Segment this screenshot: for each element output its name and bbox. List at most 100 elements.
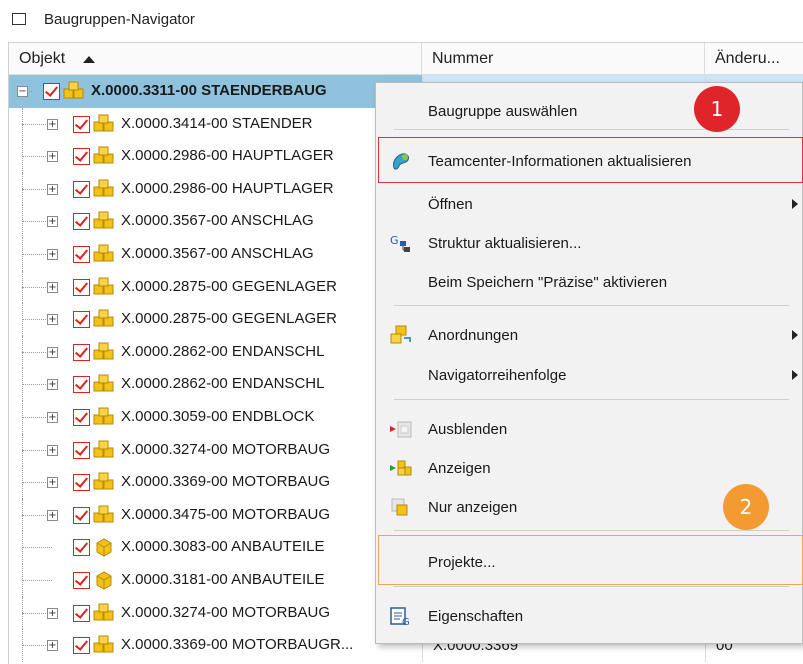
- menu-item-precise-on-save[interactable]: Beim Speichern "Präzise" aktivieren: [376, 264, 803, 300]
- row-label: X.0000.3274-00 MOTORBAUG: [121, 603, 330, 621]
- expand-icon[interactable]: +: [47, 477, 58, 489]
- checkbox-checked-icon[interactable]: [73, 311, 90, 329]
- assembly-icon: [93, 635, 115, 655]
- checkbox-checked-icon[interactable]: [73, 245, 90, 263]
- assembly-icon: [93, 472, 115, 492]
- cell-object[interactable]: + X.0000.3475-00 MOTORBAUG: [9, 498, 422, 532]
- expand-icon[interactable]: +: [47, 183, 58, 195]
- expand-icon[interactable]: +: [47, 281, 58, 293]
- cell-object[interactable]: + X.0000.3369-00 MOTORBAUGR...: [9, 629, 422, 662]
- assembly-icon: [93, 342, 115, 362]
- menu-item-label: Ausblenden: [428, 420, 508, 438]
- expand-icon[interactable]: +: [47, 248, 58, 260]
- checkbox-checked-icon[interactable]: [73, 506, 90, 524]
- menu-item-projects[interactable]: Projekte...: [376, 544, 803, 580]
- menu-item-label: Teamcenter-Informationen aktualisieren: [428, 152, 692, 170]
- expand-icon[interactable]: +: [47, 118, 58, 130]
- expand-icon[interactable]: +: [47, 216, 58, 228]
- checkbox-checked-icon[interactable]: [73, 474, 90, 492]
- submenu-arrow-icon: [792, 199, 798, 209]
- expand-icon[interactable]: +: [47, 379, 58, 391]
- expand-icon[interactable]: +: [47, 151, 58, 163]
- properties-icon: G: [388, 605, 414, 628]
- cell-object[interactable]: + X.0000.2862-00 ENDANSCHL: [9, 368, 422, 401]
- menu-item-navigator-order[interactable]: Navigatorreihenfolge: [376, 357, 803, 393]
- assembly-icon: [93, 440, 115, 460]
- expand-icon[interactable]: +: [47, 607, 58, 619]
- submenu-arrow-icon: [792, 330, 798, 340]
- menu-item-label: Anzeigen: [428, 459, 491, 477]
- column-header-object[interactable]: Objekt: [9, 43, 422, 75]
- expand-icon[interactable]: +: [47, 444, 58, 456]
- cell-object[interactable]: + X.0000.2875-00 GEGENLAGER: [9, 303, 422, 336]
- assembly-icon: [93, 211, 115, 231]
- show-icon: [388, 457, 414, 479]
- menu-item-show[interactable]: Anzeigen: [376, 450, 803, 486]
- cell-object[interactable]: + X.0000.3059-00 ENDBLOCK: [9, 400, 422, 434]
- checkbox-checked-icon[interactable]: [73, 539, 90, 557]
- expand-icon[interactable]: +: [47, 640, 58, 652]
- row-label: X.0000.3274-00 MOTORBAUG: [121, 440, 330, 458]
- menu-item-open[interactable]: Öffnen: [376, 186, 803, 222]
- checkbox-checked-icon[interactable]: [73, 213, 90, 231]
- expand-icon[interactable]: +: [47, 411, 58, 423]
- assembly-icon: [93, 505, 115, 525]
- cell-object[interactable]: + X.0000.3567-00 ANSCHLAG: [9, 205, 422, 238]
- cell-object[interactable]: + X.0000.2986-00 HAUPTLAGER: [9, 140, 422, 173]
- cell-object[interactable]: + X.0000.3274-00 MOTORBAUG: [9, 596, 422, 630]
- checkbox-checked-icon[interactable]: [73, 148, 90, 166]
- svg-text:G: G: [390, 234, 399, 247]
- cell-object[interactable]: + X.0000.3567-00 ANSCHLAG: [9, 237, 422, 271]
- assembly-icon: [93, 146, 115, 166]
- cell-object[interactable]: + X.0000.2875-00 GEGENLAGER: [9, 270, 422, 304]
- checkbox-checked-icon[interactable]: [73, 278, 90, 296]
- checkbox-checked-icon[interactable]: [73, 376, 90, 394]
- assembly-icon: [93, 114, 115, 134]
- cell-object[interactable]: X.0000.3181-00 ANBAUTEILE: [9, 563, 422, 597]
- checkbox-checked-icon[interactable]: [73, 180, 90, 198]
- checkbox-checked-icon[interactable]: [43, 83, 60, 100]
- checkbox-checked-icon[interactable]: [73, 637, 90, 655]
- assembly-icon: [93, 374, 115, 394]
- row-label: X.0000.3181-00 ANBAUTEILE: [121, 570, 325, 588]
- menu-item-label: Anordnungen: [428, 326, 519, 344]
- menu-item-teamcenter-update[interactable]: Teamcenter-Informationen aktualisieren: [376, 143, 803, 179]
- cell-object[interactable]: + X.0000.2862-00 ENDANSCHL: [9, 335, 422, 369]
- cell-object[interactable]: + X.0000.3414-00 STAENDER: [9, 107, 422, 141]
- row-label: X.0000.2875-00 GEGENLAGER: [121, 310, 337, 328]
- checkbox-checked-icon[interactable]: [73, 343, 90, 361]
- cell-object[interactable]: + X.0000.3274-00 MOTORBAUG: [9, 433, 422, 467]
- checkbox-checked-icon[interactable]: [73, 571, 90, 589]
- menu-item-label: Struktur aktualisieren...: [428, 234, 582, 252]
- menu-item-properties[interactable]: G Eigenschaften: [376, 598, 803, 634]
- window-title: Baugruppen-Navigator: [44, 10, 195, 28]
- cell-object[interactable]: − X.0000.3311-00 STAENDERBAUG: [9, 75, 422, 108]
- column-header-number[interactable]: Nummer: [422, 43, 705, 75]
- checkbox-checked-icon[interactable]: [73, 604, 90, 622]
- menu-item-arrangements[interactable]: Anordnungen: [376, 317, 803, 353]
- window-titlebar: Baugruppen-Navigator: [0, 0, 803, 38]
- assembly-icon: [93, 244, 115, 264]
- collapse-icon[interactable]: −: [17, 86, 28, 97]
- column-header-change[interactable]: Änderu...: [705, 43, 803, 75]
- menu-separator: [394, 530, 789, 531]
- menu-item-update-structure[interactable]: G Struktur aktualisieren...: [376, 225, 803, 261]
- cell-object[interactable]: + X.0000.3369-00 MOTORBAUG: [9, 466, 422, 499]
- cell-object[interactable]: + X.0000.2986-00 HAUPTLAGER: [9, 172, 422, 206]
- cell-object[interactable]: X.0000.3083-00 ANBAUTEILE: [9, 531, 422, 564]
- hide-icon: [388, 418, 414, 440]
- arrangements-icon: [388, 324, 414, 346]
- menu-item-label: Projekte...: [428, 553, 496, 571]
- expand-icon[interactable]: +: [47, 509, 58, 521]
- show-only-icon: [388, 496, 414, 518]
- expand-icon[interactable]: +: [47, 346, 58, 358]
- menu-item-label: Öffnen: [428, 195, 473, 213]
- column-header-object-label: Objekt: [19, 50, 66, 67]
- menu-item-hide[interactable]: Ausblenden: [376, 411, 803, 447]
- checkbox-checked-icon[interactable]: [73, 441, 90, 459]
- checkbox-checked-icon[interactable]: [73, 408, 90, 426]
- menu-item-label: Nur anzeigen: [428, 498, 518, 516]
- checkbox-checked-icon[interactable]: [73, 115, 90, 133]
- menu-separator: [394, 399, 789, 400]
- expand-icon[interactable]: +: [47, 314, 58, 326]
